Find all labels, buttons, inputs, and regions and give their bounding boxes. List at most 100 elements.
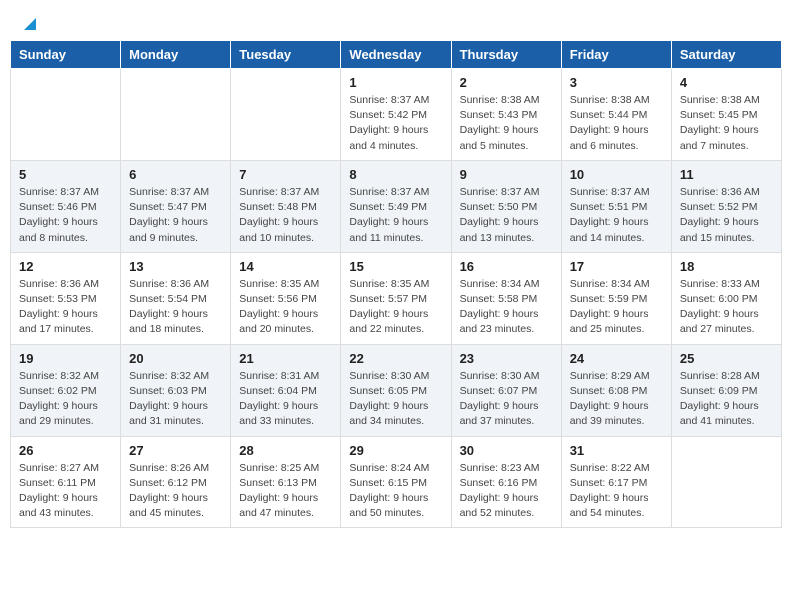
day-info: Sunrise: 8:38 AM Sunset: 5:43 PM Dayligh… xyxy=(460,93,553,154)
calendar-cell: 17 Sunrise: 8:34 AM Sunset: 5:59 PM Dayli… xyxy=(561,252,671,344)
day-number: 20 xyxy=(129,351,222,366)
calendar-cell: 31 Sunrise: 8:22 AM Sunset: 6:17 PM Dayli… xyxy=(561,436,671,528)
day-number: 7 xyxy=(239,167,332,182)
calendar-cell: 2 Sunrise: 8:38 AM Sunset: 5:43 PM Daylig… xyxy=(451,69,561,161)
day-info: Sunrise: 8:35 AM Sunset: 5:56 PM Dayligh… xyxy=(239,277,332,338)
day-number: 8 xyxy=(349,167,442,182)
day-info: Sunrise: 8:25 AM Sunset: 6:13 PM Dayligh… xyxy=(239,461,332,522)
day-number: 6 xyxy=(129,167,222,182)
day-number: 19 xyxy=(19,351,112,366)
day-number: 17 xyxy=(570,259,663,274)
weekday-header-monday: Monday xyxy=(121,41,231,69)
weekday-header-saturday: Saturday xyxy=(671,41,781,69)
day-number: 5 xyxy=(19,167,112,182)
weekday-header-friday: Friday xyxy=(561,41,671,69)
day-info: Sunrise: 8:37 AM Sunset: 5:42 PM Dayligh… xyxy=(349,93,442,154)
calendar-cell: 24Sunrise: 8:29 AM Sunset: 6:08 PM Dayli… xyxy=(561,344,671,436)
weekday-header-thursday: Thursday xyxy=(451,41,561,69)
calendar-week-row: 26 Sunrise: 8:27 AM Sunset: 6:11 PM Dayli… xyxy=(11,436,782,528)
calendar-header: SundayMondayTuesdayWednesdayThursdayFrid… xyxy=(11,41,782,69)
day-number: 27 xyxy=(129,443,222,458)
day-number: 25 xyxy=(680,351,773,366)
weekday-header-tuesday: Tuesday xyxy=(231,41,341,69)
day-number: 9 xyxy=(460,167,553,182)
calendar-cell: 1 Sunrise: 8:37 AM Sunset: 5:42 PM Daylig… xyxy=(341,69,451,161)
day-info: Sunrise: 8:38 AM Sunset: 5:45 PM Dayligh… xyxy=(680,93,773,154)
day-number: 23 xyxy=(460,351,553,366)
calendar-cell: 7 Sunrise: 8:37 AM Sunset: 5:48 PM Daylig… xyxy=(231,160,341,252)
calendar-cell: 8 Sunrise: 8:37 AM Sunset: 5:49 PM Daylig… xyxy=(341,160,451,252)
calendar-cell: 29Sunrise: 8:24 AM Sunset: 6:15 PM Dayli… xyxy=(341,436,451,528)
day-number: 1 xyxy=(349,75,442,90)
calendar-cell: 12 Sunrise: 8:36 AM Sunset: 5:53 PM Dayli… xyxy=(11,252,121,344)
calendar-cell: 28 Sunrise: 8:25 AM Sunset: 6:13 PM Dayli… xyxy=(231,436,341,528)
calendar-cell xyxy=(121,69,231,161)
calendar-cell xyxy=(11,69,121,161)
day-number: 26 xyxy=(19,443,112,458)
calendar-cell: 21 Sunrise: 8:31 AM Sunset: 6:04 PM Dayli… xyxy=(231,344,341,436)
day-info: Sunrise: 8:37 AM Sunset: 5:48 PM Dayligh… xyxy=(239,185,332,246)
calendar-body: 1 Sunrise: 8:37 AM Sunset: 5:42 PM Daylig… xyxy=(11,69,782,528)
calendar-cell: 19 Sunrise: 8:32 AM Sunset: 6:02 PM Dayli… xyxy=(11,344,121,436)
day-info: Sunrise: 8:31 AM Sunset: 6:04 PM Dayligh… xyxy=(239,369,332,430)
weekday-header-sunday: Sunday xyxy=(11,41,121,69)
calendar-week-row: 19 Sunrise: 8:32 AM Sunset: 6:02 PM Dayli… xyxy=(11,344,782,436)
calendar-cell: 15Sunrise: 8:35 AM Sunset: 5:57 PM Dayli… xyxy=(341,252,451,344)
day-number: 12 xyxy=(19,259,112,274)
calendar-week-row: 12 Sunrise: 8:36 AM Sunset: 5:53 PM Dayli… xyxy=(11,252,782,344)
day-info: Sunrise: 8:37 AM Sunset: 5:49 PM Dayligh… xyxy=(349,185,442,246)
weekday-header-row: SundayMondayTuesdayWednesdayThursdayFrid… xyxy=(11,41,782,69)
day-number: 13 xyxy=(129,259,222,274)
logo-triangle-icon xyxy=(22,16,38,32)
calendar-cell: 25 Sunrise: 8:28 AM Sunset: 6:09 PM Dayli… xyxy=(671,344,781,436)
day-number: 21 xyxy=(239,351,332,366)
calendar-cell: 5 Sunrise: 8:37 AM Sunset: 5:46 PM Daylig… xyxy=(11,160,121,252)
day-info: Sunrise: 8:30 AM Sunset: 6:05 PM Dayligh… xyxy=(349,369,442,430)
calendar-week-row: 1 Sunrise: 8:37 AM Sunset: 5:42 PM Daylig… xyxy=(11,69,782,161)
calendar-cell: 16 Sunrise: 8:34 AM Sunset: 5:58 PM Dayli… xyxy=(451,252,561,344)
day-info: Sunrise: 8:36 AM Sunset: 5:52 PM Dayligh… xyxy=(680,185,773,246)
day-info: Sunrise: 8:38 AM Sunset: 5:44 PM Dayligh… xyxy=(570,93,663,154)
weekday-header-wednesday: Wednesday xyxy=(341,41,451,69)
day-info: Sunrise: 8:37 AM Sunset: 5:50 PM Dayligh… xyxy=(460,185,553,246)
day-number: 22 xyxy=(349,351,442,366)
day-number: 10 xyxy=(570,167,663,182)
calendar-cell: 14 Sunrise: 8:35 AM Sunset: 5:56 PM Dayli… xyxy=(231,252,341,344)
day-info: Sunrise: 8:37 AM Sunset: 5:51 PM Dayligh… xyxy=(570,185,663,246)
calendar-cell: 6 Sunrise: 8:37 AM Sunset: 5:47 PM Daylig… xyxy=(121,160,231,252)
day-info: Sunrise: 8:32 AM Sunset: 6:02 PM Dayligh… xyxy=(19,369,112,430)
day-info: Sunrise: 8:23 AM Sunset: 6:16 PM Dayligh… xyxy=(460,461,553,522)
calendar-cell: 11 Sunrise: 8:36 AM Sunset: 5:52 PM Dayli… xyxy=(671,160,781,252)
day-number: 31 xyxy=(570,443,663,458)
day-info: Sunrise: 8:32 AM Sunset: 6:03 PM Dayligh… xyxy=(129,369,222,430)
calendar-cell xyxy=(231,69,341,161)
day-info: Sunrise: 8:28 AM Sunset: 6:09 PM Dayligh… xyxy=(680,369,773,430)
calendar-cell: 3Sunrise: 8:38 AM Sunset: 5:44 PM Daylig… xyxy=(561,69,671,161)
day-info: Sunrise: 8:36 AM Sunset: 5:54 PM Dayligh… xyxy=(129,277,222,338)
calendar-cell: 22 Sunrise: 8:30 AM Sunset: 6:05 PM Dayli… xyxy=(341,344,451,436)
logo xyxy=(20,18,38,32)
day-number: 14 xyxy=(239,259,332,274)
day-number: 28 xyxy=(239,443,332,458)
calendar-cell: 10 Sunrise: 8:37 AM Sunset: 5:51 PM Dayli… xyxy=(561,160,671,252)
day-info: Sunrise: 8:37 AM Sunset: 5:47 PM Dayligh… xyxy=(129,185,222,246)
calendar-cell: 13 Sunrise: 8:36 AM Sunset: 5:54 PM Dayli… xyxy=(121,252,231,344)
day-info: Sunrise: 8:36 AM Sunset: 5:53 PM Dayligh… xyxy=(19,277,112,338)
day-number: 11 xyxy=(680,167,773,182)
day-info: Sunrise: 8:29 AM Sunset: 6:08 PM Dayligh… xyxy=(570,369,663,430)
calendar-week-row: 5 Sunrise: 8:37 AM Sunset: 5:46 PM Daylig… xyxy=(11,160,782,252)
day-number: 2 xyxy=(460,75,553,90)
calendar-cell: 4 Sunrise: 8:38 AM Sunset: 5:45 PM Daylig… xyxy=(671,69,781,161)
day-info: Sunrise: 8:27 AM Sunset: 6:11 PM Dayligh… xyxy=(19,461,112,522)
day-info: Sunrise: 8:34 AM Sunset: 5:58 PM Dayligh… xyxy=(460,277,553,338)
day-info: Sunrise: 8:35 AM Sunset: 5:57 PM Dayligh… xyxy=(349,277,442,338)
day-number: 18 xyxy=(680,259,773,274)
day-info: Sunrise: 8:34 AM Sunset: 5:59 PM Dayligh… xyxy=(570,277,663,338)
day-info: Sunrise: 8:37 AM Sunset: 5:46 PM Dayligh… xyxy=(19,185,112,246)
day-info: Sunrise: 8:30 AM Sunset: 6:07 PM Dayligh… xyxy=(460,369,553,430)
day-info: Sunrise: 8:22 AM Sunset: 6:17 PM Dayligh… xyxy=(570,461,663,522)
calendar-cell: 9 Sunrise: 8:37 AM Sunset: 5:50 PM Daylig… xyxy=(451,160,561,252)
calendar-cell xyxy=(671,436,781,528)
day-number: 4 xyxy=(680,75,773,90)
day-number: 16 xyxy=(460,259,553,274)
